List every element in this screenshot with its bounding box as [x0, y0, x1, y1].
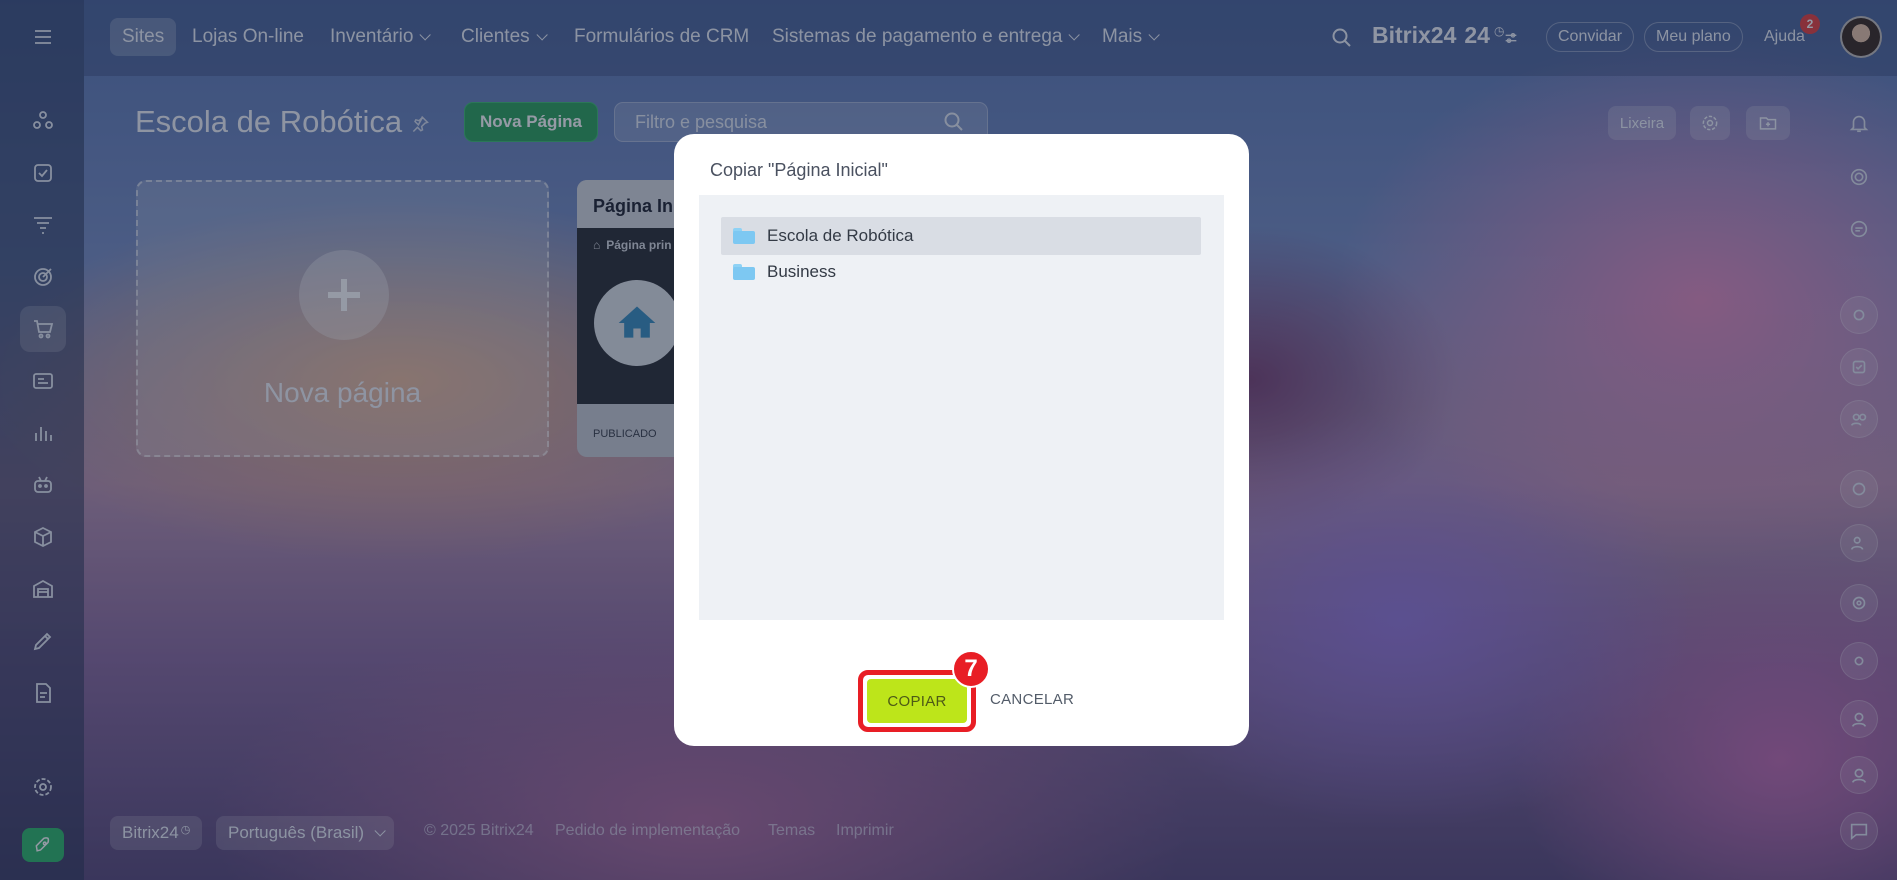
copy-page-dialog: Copiar "Página Inicial" Escola de Robóti…: [674, 134, 1249, 746]
dialog-title: Copiar "Página Inicial": [710, 160, 888, 180]
folder-item-business[interactable]: Business: [721, 253, 1201, 291]
folder-icon: [733, 228, 755, 244]
step-number-badge: 7: [952, 650, 990, 688]
folder-icon: [733, 264, 755, 280]
folder-item-escola-de-robotica[interactable]: Escola de Robótica: [721, 217, 1201, 255]
cancel-button[interactable]: CANCELAR: [982, 691, 1082, 715]
copy-button[interactable]: COPIAR: [867, 679, 967, 723]
folder-list: Escola de Robótica Business: [699, 195, 1224, 620]
